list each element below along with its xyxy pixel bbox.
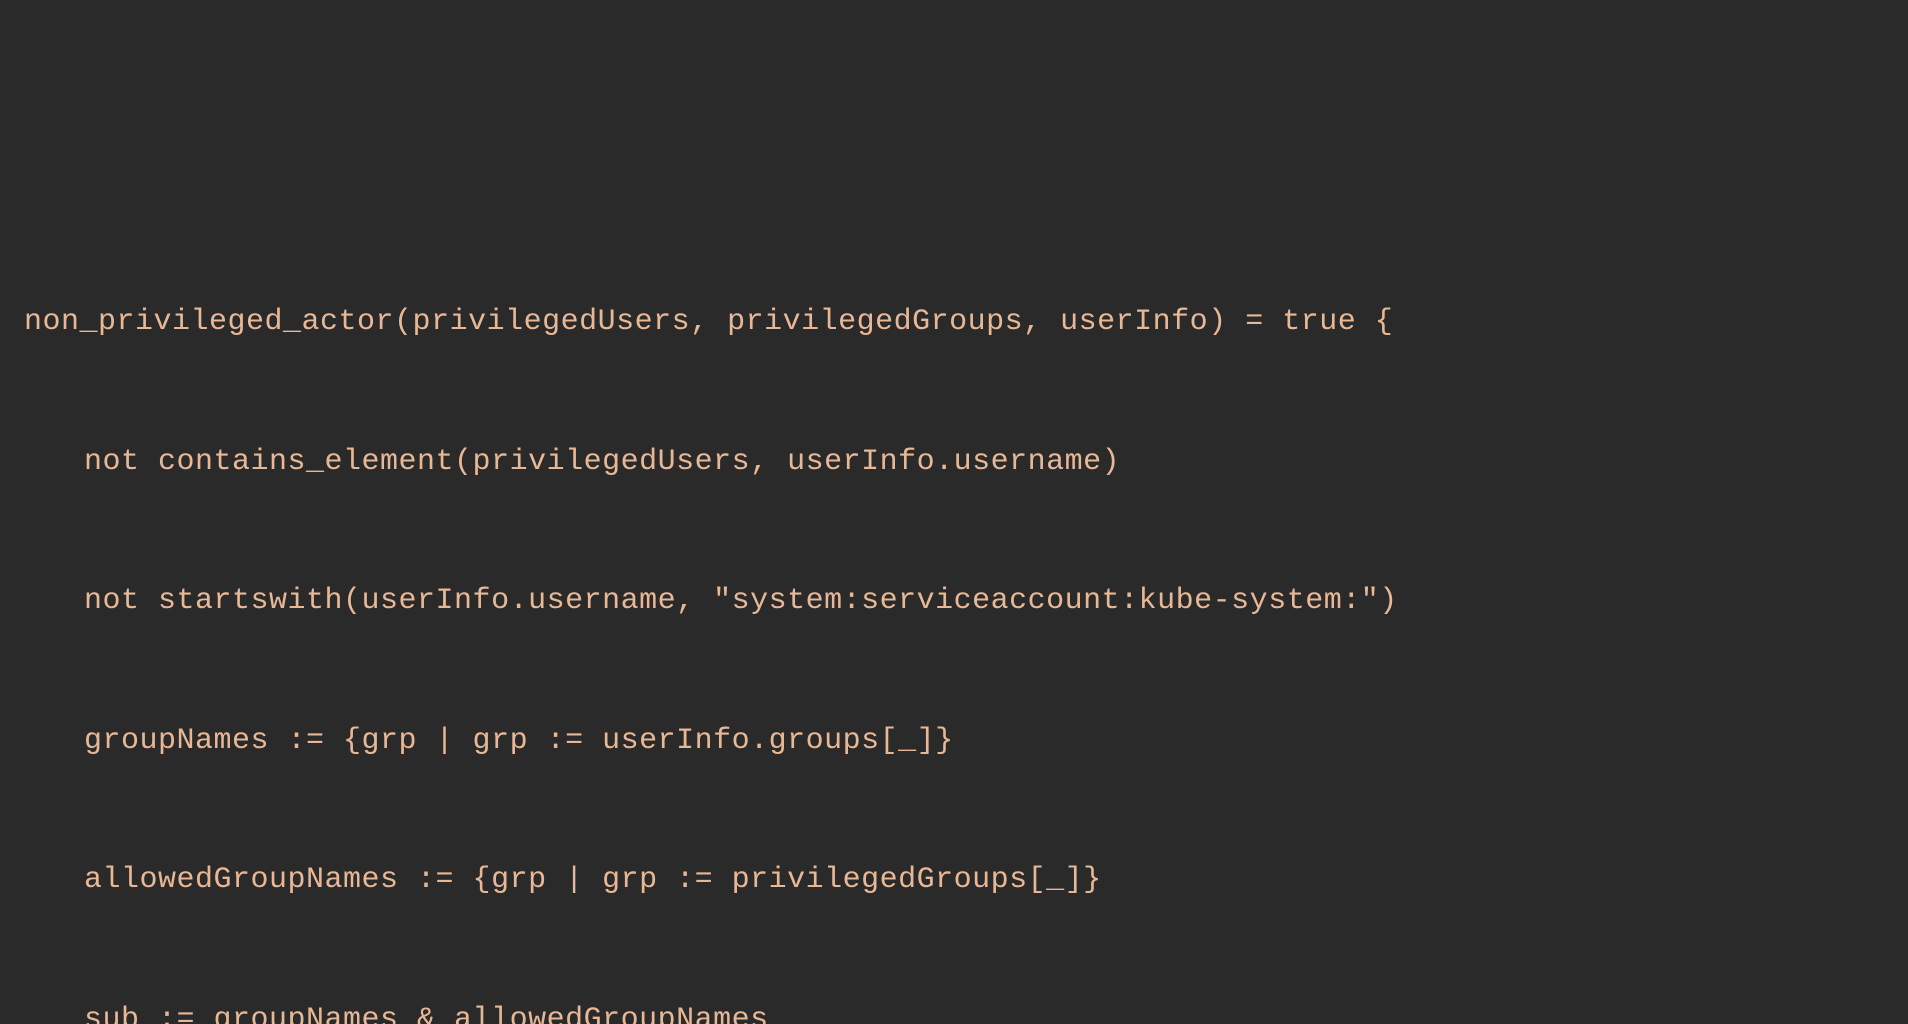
code-line-5: allowedGroupNames := {grp | grp := privi… (24, 857, 1884, 904)
code-block: non_privileged_actor(privilegedUsers, pr… (24, 206, 1884, 1024)
code-line-2: not contains_element(privilegedUsers, us… (24, 439, 1884, 486)
code-line-4: groupNames := {grp | grp := userInfo.gro… (24, 718, 1884, 765)
code-line-1: non_privileged_actor(privilegedUsers, pr… (24, 299, 1884, 346)
code-line-3: not startswith(userInfo.username, "syste… (24, 578, 1884, 625)
code-line-6: sub := groupNames & allowedGroupNames (24, 997, 1884, 1024)
